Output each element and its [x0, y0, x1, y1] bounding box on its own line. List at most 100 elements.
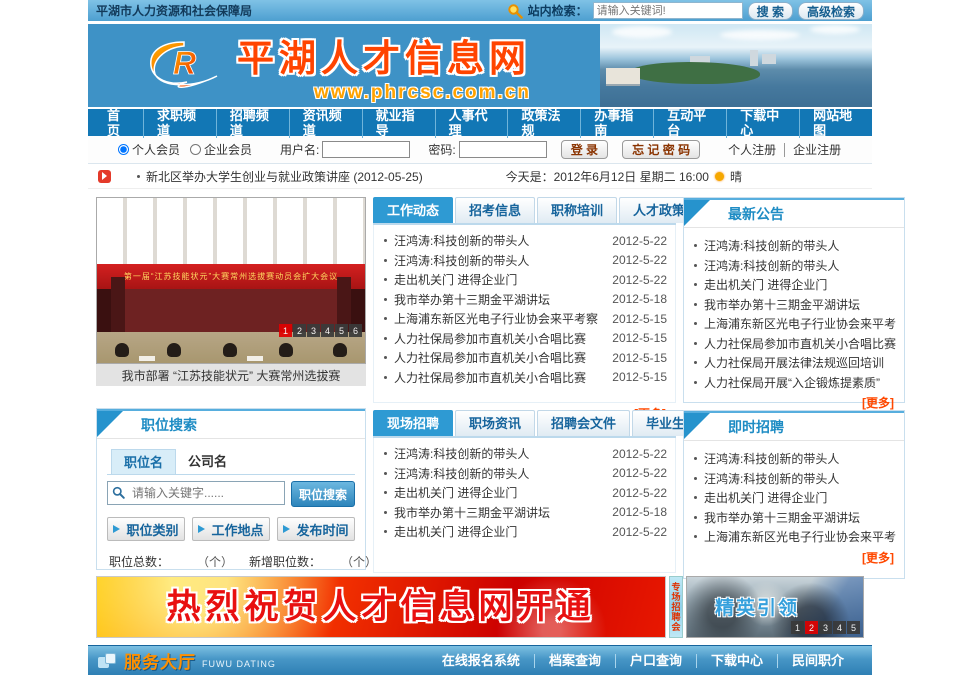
news-item[interactable]: 汪鸿涛:科技创新的带头人 — [692, 449, 896, 469]
celebration-banner[interactable]: 热烈祝贺人才信息网开通 — [96, 576, 666, 638]
more-link[interactable]: [更多] — [684, 547, 904, 570]
page-number[interactable]: 4 — [833, 621, 846, 634]
service-link[interactable]: 档案查询 — [534, 654, 615, 668]
tab[interactable]: 工作动态 — [373, 197, 453, 223]
bullet — [694, 457, 697, 460]
page-number[interactable]: 6 — [349, 324, 362, 337]
news-item[interactable]: 汪鸿涛:科技创新的带头人 2012-5-22 — [382, 251, 667, 271]
password-field[interactable] — [459, 141, 547, 158]
nav-item[interactable]: 就业指导 — [362, 108, 435, 138]
page-number[interactable]: 3 — [819, 621, 832, 634]
paper-shape — [139, 356, 155, 361]
news-item[interactable]: 汪鸿涛:科技创新的带头人 — [692, 236, 896, 256]
advanced-search-button[interactable]: 高级检索 — [798, 2, 864, 20]
job-search-tab[interactable]: 职位名 — [111, 449, 176, 474]
news-item[interactable]: 我市举办第十三期金平湖讲坛 2012-5-18 — [382, 503, 667, 523]
bullet — [384, 472, 387, 475]
news-item[interactable]: 人力社保局参加市直机关小合唱比赛 — [692, 334, 896, 354]
nav-item[interactable]: 网站地图 — [799, 108, 872, 138]
site-search-input[interactable] — [593, 2, 743, 19]
nav-item[interactable]: 办事指南 — [580, 108, 653, 138]
service-link[interactable]: 民间职介 — [777, 654, 858, 668]
building-shape — [750, 50, 758, 66]
filter-button[interactable]: 工作地点 — [192, 517, 270, 541]
nav-item[interactable]: 下载中心 — [726, 108, 799, 138]
page-number[interactable]: 3 — [307, 324, 320, 337]
filter-button[interactable]: 职位类别 — [107, 517, 185, 541]
news-item[interactable]: 走出机关门 进得企业门 — [692, 275, 896, 295]
nav-item[interactable]: 互动平台 — [653, 108, 726, 138]
news-item[interactable]: 人力社保局参加市直机关小合唱比赛 2012-5-15 — [382, 348, 667, 368]
nav-item[interactable]: 招聘频道 — [216, 108, 289, 138]
news-photo[interactable]: 第一届“江苏技能状元”大赛常州选拔赛动员会扩大会议 123456 — [96, 197, 366, 364]
company-register-link[interactable]: 企业注册 — [784, 143, 841, 157]
tab[interactable]: 招聘会文件 — [537, 410, 630, 436]
arrow-right-icon — [113, 525, 120, 533]
bullet — [694, 361, 697, 364]
news-item[interactable]: 人力社保局参加市直机关小合唱比赛 2012-5-15 — [382, 368, 667, 388]
page-number[interactable]: 5 — [335, 324, 348, 337]
banner-pagination: 12345 — [791, 621, 860, 634]
tab[interactable]: 职称培训 — [537, 197, 617, 223]
forgot-password-button[interactable]: 忘 记 密 码 — [622, 140, 700, 159]
news-item[interactable]: 走出机关门 进得企业门 2012-5-22 — [382, 270, 667, 290]
username-field[interactable] — [322, 141, 410, 158]
news-item[interactable]: 我市举办第十三期金平湖讲坛 2012-5-18 — [382, 290, 667, 310]
tab[interactable]: 招考信息 — [455, 197, 535, 223]
company-member-radio[interactable]: 企业会员 — [190, 141, 252, 158]
news-item[interactable]: 走出机关门 进得企业门 2012-5-22 — [382, 522, 667, 542]
page-number[interactable]: 1 — [791, 621, 804, 634]
page-number[interactable]: 2 — [805, 621, 818, 634]
nav-item[interactable]: 首页 — [94, 108, 143, 138]
news-item[interactable]: 走出机关门 进得企业门 2012-5-22 — [382, 483, 667, 503]
bullet — [694, 303, 697, 306]
news-item[interactable]: 上海浦东新区光电子行业协会来平考 — [692, 314, 896, 334]
middle-column: 工作动态招考信息职称培训人才政策 汪鸿涛:科技创新的带头人 2012-5-22 … — [373, 197, 676, 569]
news-item[interactable]: 汪鸿涛:科技创新的带头人 — [692, 256, 896, 276]
login-button[interactable]: 登 录 — [561, 140, 608, 159]
bullet — [384, 491, 387, 494]
vertical-strip-banner[interactable]: 专场招聘会 — [669, 576, 683, 638]
keyword-input[interactable] — [107, 481, 285, 505]
tab[interactable]: 现场招聘 — [373, 410, 453, 436]
stat-label: 职位总数： — [109, 553, 197, 570]
tab[interactable]: 职场资讯 — [455, 410, 535, 436]
news-item[interactable]: 人力社保局开展法律法规巡回培训 — [692, 353, 896, 373]
news-item[interactable]: 我市举办第十三期金平湖讲坛 — [692, 295, 896, 315]
job-search-tab[interactable]: 公司名 — [176, 449, 239, 474]
job-search-button[interactable]: 职位搜索 — [291, 481, 355, 507]
news-item[interactable]: 汪鸿涛:科技创新的带头人 2012-5-22 — [382, 464, 667, 484]
news-item[interactable]: 汪鸿涛:科技创新的带头人 — [692, 469, 896, 489]
page-number[interactable]: 4 — [321, 324, 334, 337]
news-item[interactable]: 上海浦东新区光电子行业协会来平考察 2012-5-15 — [382, 309, 667, 329]
site-search-button[interactable]: 搜 索 — [748, 2, 793, 20]
elite-photo-banner[interactable]: 精英引领 12345 — [686, 576, 864, 638]
nav-item[interactable]: 人事代理 — [435, 108, 508, 138]
personal-member-radio-input[interactable] — [118, 144, 129, 155]
nav-item[interactable]: 政策法规 — [507, 108, 580, 138]
stat-label: 新增职位数： — [249, 553, 341, 570]
news-item[interactable]: 我市举办第十三期金平湖讲坛 — [692, 508, 896, 528]
service-link[interactable]: 下载中心 — [696, 654, 777, 668]
filter-button[interactable]: 发布时间 — [277, 517, 355, 541]
news-item[interactable]: 汪鸿涛:科技创新的带头人 2012-5-22 — [382, 444, 667, 464]
page-number[interactable]: 1 — [279, 324, 292, 337]
service-link[interactable]: 户口查询 — [615, 654, 696, 668]
announcements-list: 汪鸿涛:科技创新的带头人 汪鸿涛:科技创新的带头人 走出机关门 进得企业门 — [684, 228, 904, 392]
news-item[interactable]: 人力社保局开展“入企锻炼提素质” — [692, 373, 896, 393]
news-item[interactable]: 人力社保局参加市直机关小合唱比赛 2012-5-15 — [382, 329, 667, 349]
personal-register-link[interactable]: 个人注册 — [728, 143, 776, 157]
nav-item[interactable]: 资讯频道 — [289, 108, 362, 138]
nav-item[interactable]: 求职频道 — [143, 108, 216, 138]
ticker-news-link[interactable]: 新北区举办大学生创业与就业政策讲座 (2012-05-25) — [146, 168, 423, 185]
service-link[interactable]: 在线报名系统 — [428, 654, 534, 668]
news-item[interactable]: 走出机关门 进得企业门 — [692, 488, 896, 508]
instant-jobs-header: 即时招聘 — [684, 411, 904, 441]
job-search-row: 职位搜索 — [107, 481, 355, 507]
page-number[interactable]: 5 — [847, 621, 860, 634]
news-item[interactable]: 上海浦东新区光电子行业协会来平考 — [692, 527, 896, 547]
page-number[interactable]: 2 — [293, 324, 306, 337]
news-item[interactable]: 汪鸿涛:科技创新的带头人 2012-5-22 — [382, 231, 667, 251]
company-member-radio-input[interactable] — [190, 144, 201, 155]
personal-member-radio[interactable]: 个人会员 — [118, 141, 180, 158]
